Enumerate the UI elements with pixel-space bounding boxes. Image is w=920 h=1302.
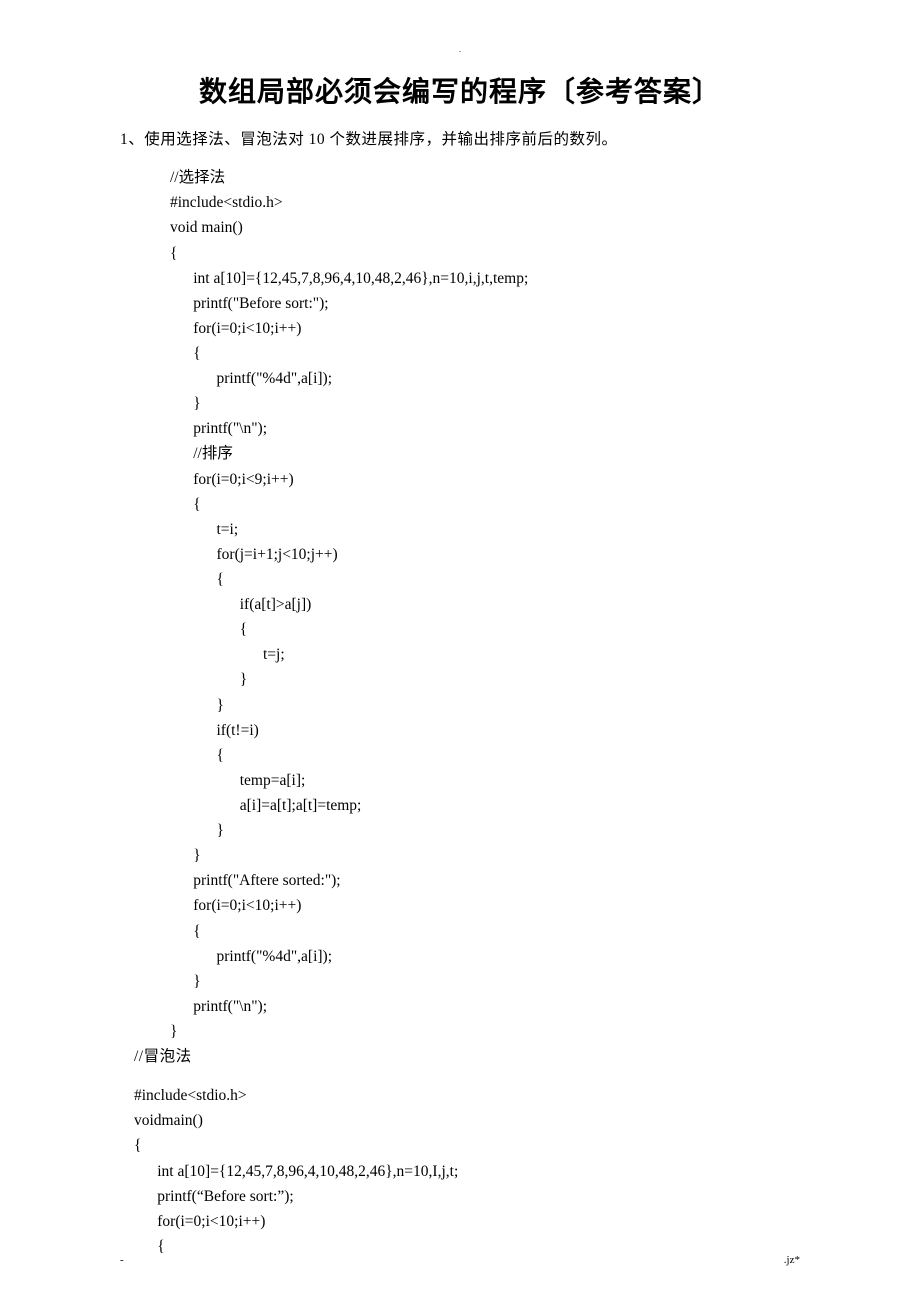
bubble-sort-comment: //冒泡法: [120, 1044, 800, 1069]
footer-left: -: [120, 1254, 124, 1266]
spacer: [120, 1069, 800, 1083]
document-title: 数组局部必须会编写的程序〔参考答案〕: [120, 70, 800, 110]
page-header-dot: .: [459, 45, 461, 54]
code-block-bubble-sort: #include<stdio.h> voidmain() { int a[10]…: [120, 1083, 800, 1259]
document-page: . 数组局部必须会编写的程序〔参考答案〕 1、使用选择法、冒泡法对 10 个数进…: [0, 0, 920, 1302]
footer-right: .jz*: [784, 1254, 800, 1266]
page-footer: - .jz*: [120, 1254, 800, 1266]
code-block-selection-sort: //选择法 #include<stdio.h> void main() { in…: [120, 165, 800, 1044]
problem-intro: 1、使用选择法、冒泡法对 10 个数进展排序，并输出排序前后的数列。: [120, 128, 800, 151]
